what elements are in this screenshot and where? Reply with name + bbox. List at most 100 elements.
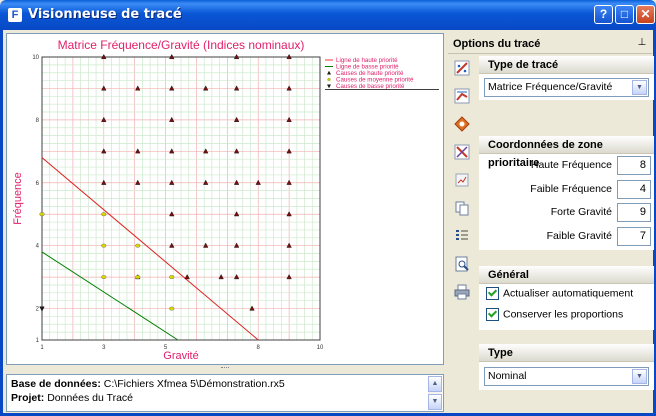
axes-tool-button[interactable]	[450, 140, 472, 162]
legend-marker-swatch	[327, 84, 331, 89]
medium-priority-marker	[101, 243, 107, 248]
medium-priority-marker	[135, 275, 141, 280]
maximize-button[interactable]: □	[615, 5, 634, 24]
help-button[interactable]: ?	[594, 5, 613, 24]
plot-type-select[interactable]: Matrice Fréquence/Gravité ▼	[484, 78, 649, 97]
info-panel: Base de données: C:\Fichiers Xfmea 5\Dém…	[6, 374, 444, 412]
medium-priority-marker	[101, 275, 107, 280]
y-tick-label: 1	[36, 338, 40, 344]
low-severity-row: Faible Gravité 7	[479, 227, 654, 247]
options-title: Options du tracé	[453, 38, 541, 50]
plot-type-value: Matrice Fréquence/Gravité	[488, 81, 613, 93]
type-group: Type Nominal ▼	[479, 344, 654, 390]
y-axis-label: Fréquence	[12, 172, 24, 225]
y-tick-label: 8	[36, 118, 40, 124]
medium-priority-marker	[169, 306, 175, 311]
chevron-down-icon[interactable]: ▼	[632, 80, 647, 95]
close-button[interactable]: ✕	[636, 5, 655, 24]
chart: Matrice Fréquence/Gravité (Indices nomin…	[12, 38, 439, 362]
high-priority-marker	[286, 211, 292, 217]
project-line: Projet: Données du Tracé	[11, 392, 133, 404]
high-frequency-row: Haute Fréquence 8	[479, 156, 654, 176]
print-icon	[454, 284, 470, 300]
x-tick-label: 10	[317, 345, 324, 351]
medium-priority-marker	[39, 212, 45, 217]
high-priority-marker	[135, 179, 141, 185]
chevron-down-icon[interactable]: ▼	[632, 369, 647, 384]
legend-label: Causes de basse priorité	[336, 83, 405, 90]
high-priority-marker	[286, 85, 292, 91]
high-priority-marker	[101, 85, 107, 91]
high-severity-label: Forte Gravité	[550, 206, 612, 218]
high-frequency-field[interactable]: 8	[617, 156, 651, 175]
list-button[interactable]	[450, 224, 472, 246]
data-tool-icon	[455, 173, 469, 187]
x-tick-label: 1	[40, 345, 44, 351]
legend-marker-swatch	[327, 70, 331, 75]
high-priority-marker	[101, 116, 107, 122]
chart-title: Matrice Fréquence/Gravité (Indices nomin…	[58, 38, 305, 52]
info-scrollbar[interactable]: ▲ ▼	[428, 376, 442, 410]
keep-proportions-checkbox[interactable]: Conserver les proportions	[486, 308, 623, 324]
medium-priority-marker	[135, 243, 141, 248]
title-bar: F Visionneuse de tracé ? □ ✕	[0, 0, 656, 30]
pin-icon[interactable]: ⊥	[636, 37, 648, 49]
plot-type-group: Type de tracé Matrice Fréquence/Gravité …	[479, 56, 654, 100]
low-severity-field[interactable]: 7	[617, 227, 651, 246]
app-icon: F	[8, 8, 22, 22]
database-label: Base de données:	[11, 378, 101, 390]
options-header: Options du tracé ⊥	[448, 35, 652, 54]
low-frequency-row: Faible Fréquence 4	[479, 180, 654, 200]
scroll-down-button[interactable]: ▼	[428, 394, 442, 410]
low-priority-marker	[39, 306, 45, 312]
keep-proportions-label: Conserver les proportions	[503, 308, 624, 321]
preview-button[interactable]	[450, 252, 472, 274]
y-tick-label: 10	[32, 55, 39, 61]
high-frequency-label: Haute Fréquence	[530, 159, 612, 171]
x-axis-label: Gravité	[163, 350, 198, 362]
general-header: Général	[479, 266, 654, 284]
high-priority-marker	[286, 242, 292, 248]
high-priority-marker	[286, 274, 292, 280]
window-title: Visionneuse de tracé	[28, 7, 182, 22]
checkbox-checked-icon[interactable]	[486, 308, 499, 321]
low-severity-label: Faible Gravité	[546, 230, 612, 242]
type-select[interactable]: Nominal ▼	[484, 367, 649, 386]
line-tool-icon	[454, 88, 470, 104]
high-priority-marker	[135, 85, 141, 91]
high-severity-row: Forte Gravité 9	[479, 203, 654, 223]
auto-update-checkbox[interactable]: Actualiser automatiquement	[486, 287, 633, 303]
high-priority-marker	[286, 116, 292, 122]
print-button[interactable]	[450, 280, 472, 302]
database-line: Base de données: C:\Fichiers Xfmea 5\Dém…	[11, 378, 285, 390]
line-tool-button[interactable]	[450, 84, 472, 106]
scatter-tool-icon	[454, 60, 470, 76]
copy-button[interactable]	[450, 196, 472, 218]
low-frequency-label: Faible Fréquence	[530, 183, 612, 195]
legend-marker-swatch	[327, 77, 331, 82]
priority-coords-group: Coordonnées de zone prioritaire Haute Fr…	[479, 136, 654, 250]
x-tick-label: 8	[257, 345, 261, 351]
high-priority-marker	[135, 148, 141, 154]
auto-update-label: Actualiser automatiquement	[503, 287, 634, 300]
copy-icon	[455, 201, 469, 216]
scroll-up-button[interactable]: ▲	[428, 376, 442, 392]
high-priority-marker	[255, 179, 261, 185]
checkbox-checked-icon[interactable]	[486, 287, 499, 300]
tool-strip	[450, 56, 474, 300]
low-frequency-field[interactable]: 4	[617, 180, 651, 199]
splitter[interactable]	[6, 366, 444, 372]
project-name: Données du Tracé	[47, 392, 133, 404]
project-label: Projet:	[11, 392, 45, 404]
y-tick-label: 6	[36, 181, 40, 187]
color-tool-icon	[454, 116, 470, 132]
data-tool-button[interactable]	[450, 168, 472, 190]
high-severity-field[interactable]: 9	[617, 203, 651, 222]
medium-priority-marker	[169, 275, 175, 280]
medium-priority-marker	[101, 212, 107, 217]
color-tool-button[interactable]	[450, 112, 472, 134]
scatter-tool-button[interactable]	[450, 56, 472, 78]
database-path: C:\Fichiers Xfmea 5\Démonstration.rx5	[103, 378, 285, 390]
x-tick-label: 3	[102, 345, 106, 351]
y-tick-label: 4	[36, 244, 40, 250]
